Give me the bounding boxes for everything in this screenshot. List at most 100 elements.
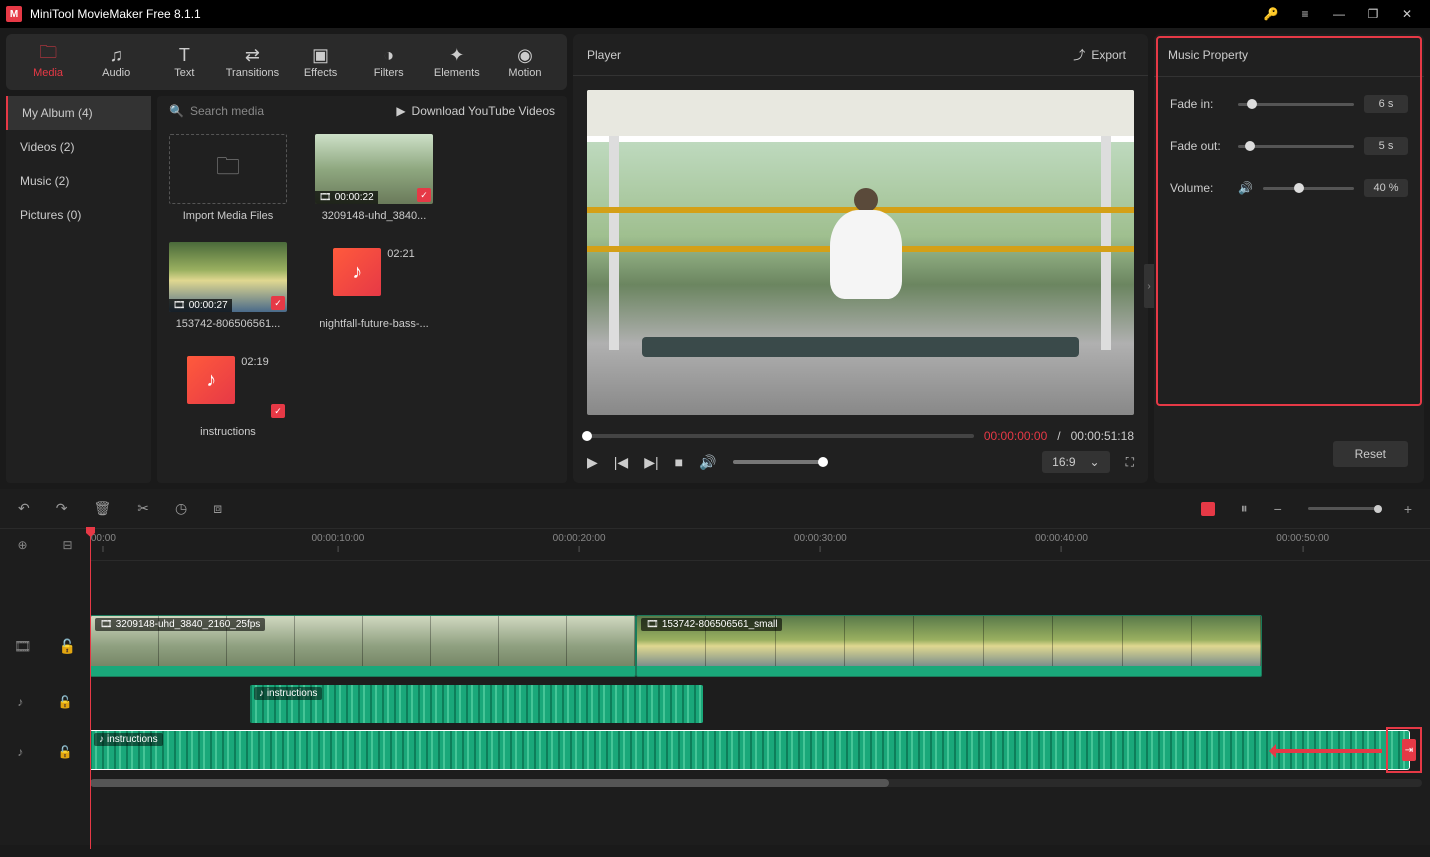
arrow-annotation bbox=[1272, 749, 1382, 753]
media-sidebar: My Album (4) Videos (2) Music (2) Pictur… bbox=[6, 96, 151, 483]
music-volume-slider[interactable] bbox=[1263, 187, 1354, 190]
unlock-icon[interactable]: 🔓 bbox=[58, 745, 73, 759]
music-clip[interactable]: ♪instructions bbox=[250, 685, 703, 723]
maximize-button[interactable]: ❐ bbox=[1356, 0, 1390, 28]
music-icon: ♪ bbox=[333, 248, 381, 296]
ruler-tick: 00:00:40:00 bbox=[1035, 533, 1088, 552]
media-item-label: nightfall-future-bass-... bbox=[315, 318, 433, 330]
duration-text: 02:21 bbox=[387, 248, 415, 260]
fade-in-value[interactable]: 6 s bbox=[1364, 95, 1408, 113]
minimize-button[interactable]: — bbox=[1322, 0, 1356, 28]
film-icon: 🎞 bbox=[319, 192, 332, 203]
zoom-in-button[interactable]: + bbox=[1404, 501, 1412, 517]
tab-label: Audio bbox=[102, 67, 130, 79]
progress-slider[interactable] bbox=[587, 434, 974, 438]
media-item-label: Import Media Files bbox=[169, 210, 287, 222]
fade-out-value[interactable]: 5 s bbox=[1364, 137, 1408, 155]
youtube-icon: ▶ bbox=[396, 104, 405, 118]
media-item-label: 153742-806506561... bbox=[169, 318, 287, 330]
collapse-panel-button[interactable]: › bbox=[1144, 264, 1154, 308]
player-title: Player bbox=[587, 48, 1065, 62]
timeline-toolbar: ↶ ↷ 🗑 ✂ ◷ ⧈ ⏸ − + bbox=[0, 489, 1430, 529]
media-item-video[interactable]: 🎞00:00:22 ✓ 3209148-uhd_3840... bbox=[315, 134, 433, 222]
playhead[interactable] bbox=[90, 529, 91, 849]
volume-value[interactable]: 40 % bbox=[1364, 179, 1408, 197]
snap-button[interactable]: ⏸ bbox=[1241, 500, 1248, 517]
play-button[interactable]: ▶ bbox=[587, 454, 598, 471]
menu-icon[interactable]: ≡ bbox=[1288, 0, 1322, 28]
media-grid-header: 🔍 Search media ▶ Download YouTube Videos bbox=[157, 96, 567, 126]
chevron-down-icon: ⌄ bbox=[1090, 455, 1100, 469]
fade-out-slider[interactable] bbox=[1238, 145, 1354, 148]
media-item-music[interactable]: ♪ 02:21 nightfall-future-bass-... bbox=[315, 242, 433, 330]
crop-button[interactable]: ⧈ bbox=[213, 500, 222, 517]
film-icon: 🎞 bbox=[646, 619, 659, 630]
music-icon: ♪ bbox=[187, 356, 235, 404]
ruler-tick: 00:00:50:00 bbox=[1276, 533, 1329, 552]
search-input[interactable]: 🔍 Search media bbox=[169, 104, 396, 118]
timeline-scrollbar[interactable] bbox=[90, 779, 1422, 787]
fade-in-slider[interactable] bbox=[1238, 103, 1354, 106]
reset-button[interactable]: Reset bbox=[1333, 441, 1408, 467]
music-clip-selected[interactable]: ♪instructions bbox=[90, 731, 1409, 769]
stop-button[interactable]: ■ bbox=[675, 454, 683, 470]
speed-button[interactable]: ◷ bbox=[175, 500, 187, 517]
video-clip[interactable]: 🎞153742-806506561_small bbox=[636, 615, 1262, 677]
split-button[interactable]: ✂ bbox=[137, 500, 149, 517]
zoom-out-button[interactable]: − bbox=[1274, 501, 1282, 517]
volume-icon[interactable]: 🔊 bbox=[699, 454, 716, 471]
media-item-video[interactable]: 🎞00:00:27 ✓ 153742-806506561... bbox=[169, 242, 287, 330]
player-preview[interactable] bbox=[587, 90, 1134, 415]
sidebar-item-videos[interactable]: Videos (2) bbox=[6, 130, 151, 164]
media-item-music[interactable]: ♪ 02:19 ✓ instructions bbox=[169, 350, 287, 438]
export-button[interactable]: ⤴ Export bbox=[1065, 42, 1134, 67]
zoom-slider[interactable] bbox=[1308, 507, 1378, 510]
tab-text[interactable]: TText bbox=[150, 41, 218, 83]
audio-track-lane-1[interactable]: ♪instructions bbox=[90, 685, 1422, 723]
media-item-import[interactable]: 🗀 Import Media Files bbox=[169, 134, 287, 222]
fullscreen-button[interactable]: ⛶ bbox=[1126, 455, 1134, 470]
tab-motion[interactable]: ◉Motion bbox=[491, 41, 559, 83]
tab-filters[interactable]: ◑Filters bbox=[355, 41, 423, 83]
tab-effects[interactable]: ▣Effects bbox=[287, 41, 355, 83]
video-track-lane[interactable]: 🎞3209148-uhd_3840_2160_25fps 🎞153742-806… bbox=[90, 615, 1422, 677]
audio-track-lane-2[interactable]: ♪instructions ⇥ bbox=[90, 731, 1422, 769]
key-icon[interactable]: 🔑 bbox=[1254, 0, 1288, 28]
volume-label: Volume: bbox=[1170, 181, 1228, 195]
sidebar-item-myalbum[interactable]: My Album (4) bbox=[6, 96, 151, 130]
undo-button[interactable]: ↶ bbox=[18, 500, 30, 517]
tab-elements[interactable]: ✦Elements bbox=[423, 41, 491, 83]
aspect-ratio-select[interactable]: 16:9 ⌄ bbox=[1042, 451, 1109, 473]
volume-slider[interactable] bbox=[733, 460, 823, 464]
delete-button[interactable]: 🗑 bbox=[93, 500, 111, 517]
tab-label: Effects bbox=[304, 67, 337, 79]
music-note-icon: ♪ bbox=[17, 745, 23, 759]
next-frame-button[interactable]: ▶| bbox=[644, 454, 658, 471]
download-youtube-button[interactable]: ▶ Download YouTube Videos bbox=[396, 104, 555, 118]
video-clip[interactable]: 🎞3209148-uhd_3840_2160_25fps bbox=[90, 615, 636, 677]
media-item-label: 3209148-uhd_3840... bbox=[315, 210, 433, 222]
sidebar-item-music[interactable]: Music (2) bbox=[6, 164, 151, 198]
unlock-icon[interactable]: 🔓 bbox=[58, 695, 73, 709]
tab-audio[interactable]: ♫Audio bbox=[82, 41, 150, 83]
volume-row: Volume: 🔊 40 % bbox=[1170, 179, 1408, 197]
tab-media[interactable]: 🗀Media bbox=[14, 41, 82, 83]
film-icon: 🎞 bbox=[14, 638, 32, 655]
timeline-tracks[interactable]: 🎞3209148-uhd_3840_2160_25fps 🎞153742-806… bbox=[90, 561, 1430, 845]
add-track-button[interactable]: ⊕ bbox=[17, 538, 27, 552]
speaker-icon[interactable]: 🔊 bbox=[1238, 181, 1253, 195]
tab-transitions[interactable]: ⇄Transitions bbox=[218, 41, 286, 83]
video-track-header: 🎞 🔓 bbox=[0, 615, 90, 677]
marker-icon[interactable] bbox=[1201, 502, 1215, 516]
top-area: 🗀Media ♫Audio TText ⇄Transitions ▣Effect… bbox=[0, 28, 1430, 489]
trim-handle-icon[interactable]: ⇥ bbox=[1402, 739, 1416, 761]
redo-button[interactable]: ↷ bbox=[56, 500, 68, 517]
close-button[interactable]: ✕ bbox=[1390, 0, 1424, 28]
unlock-icon[interactable]: 🔓 bbox=[59, 638, 76, 655]
fade-out-label: Fade out: bbox=[1170, 139, 1228, 153]
sidebar-item-pictures[interactable]: Pictures (0) bbox=[6, 198, 151, 232]
prev-frame-button[interactable]: |◀ bbox=[614, 454, 628, 471]
track-options-button[interactable]: ⊟ bbox=[62, 538, 72, 552]
transitions-icon: ⇄ bbox=[245, 45, 260, 65]
timeline-ruler[interactable]: 00:00 00:00:10:00 00:00:20:00 00:00:30:0… bbox=[90, 529, 1430, 561]
